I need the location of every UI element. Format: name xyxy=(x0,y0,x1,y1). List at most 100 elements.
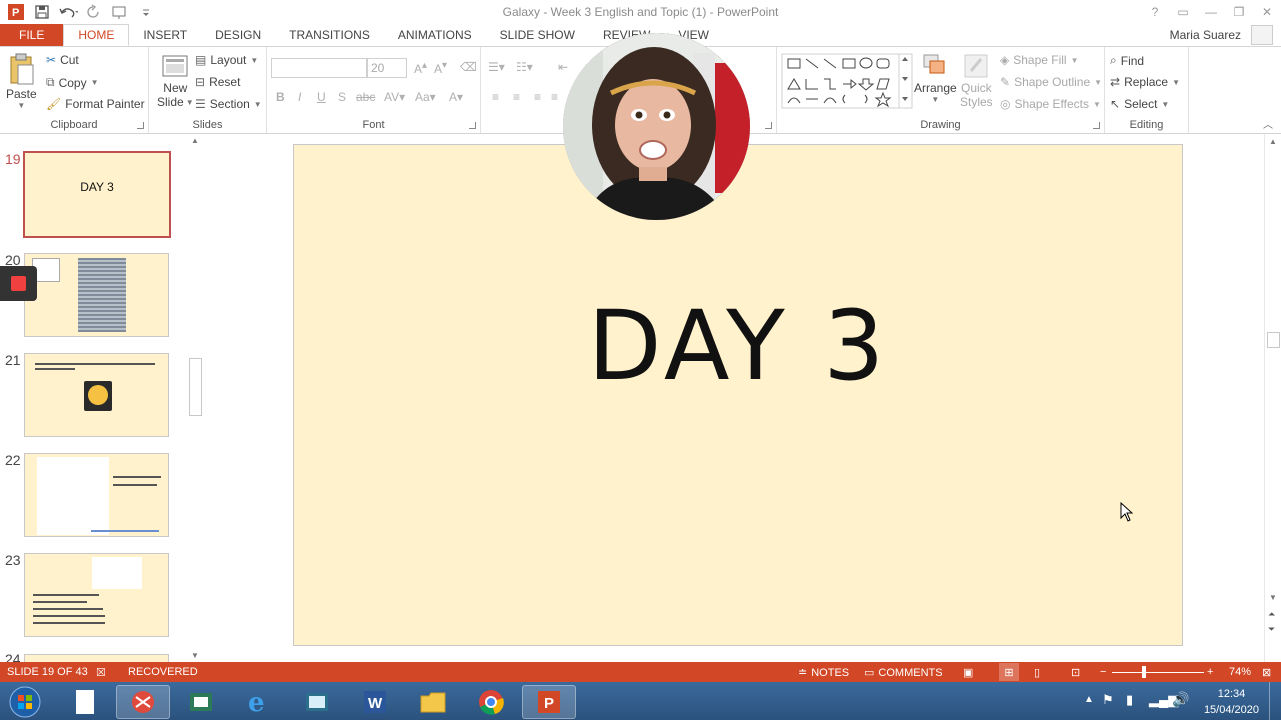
section-button[interactable]: ☰ Section ▼ xyxy=(195,97,262,111)
scroll-up-icon[interactable]: ▲ xyxy=(191,136,199,145)
zoom-level[interactable]: 74% xyxy=(1229,666,1251,678)
scroll-thumb[interactable] xyxy=(189,358,202,416)
user-avatar[interactable] xyxy=(1251,25,1273,45)
slide-thumbnail-20[interactable] xyxy=(24,253,169,337)
scroll-down-icon[interactable]: ▼ xyxy=(191,651,199,660)
copy-dropdown-icon[interactable]: ▼ xyxy=(91,78,99,87)
scroll-thumb[interactable] xyxy=(1267,332,1280,348)
quick-styles-button[interactable]: Quick Styles xyxy=(960,53,993,109)
tab-file[interactable]: FILE xyxy=(0,24,64,46)
format-painter-button[interactable]: 🖌 Format Painter xyxy=(46,97,145,111)
find-button[interactable]: ⌕ Find xyxy=(1110,53,1144,68)
taskbar-internet-explorer[interactable]: e xyxy=(232,685,286,719)
new-slide-button[interactable]: New Slide ▼ xyxy=(157,53,194,109)
font-color-icon[interactable]: A▾ xyxy=(449,90,463,104)
align-left-icon[interactable]: ≡ xyxy=(492,90,499,104)
align-right-icon[interactable]: ≡ xyxy=(534,90,541,104)
text-shadow-icon[interactable]: S xyxy=(338,90,346,104)
shapes-gallery[interactable] xyxy=(781,53,913,109)
align-center-icon[interactable]: ≡ xyxy=(513,90,520,104)
reset-button[interactable]: ⊟ Reset xyxy=(195,75,240,89)
fit-slide-icon[interactable]: ⊠ xyxy=(1262,666,1271,679)
scroll-up-icon[interactable]: ▲ xyxy=(1269,137,1277,146)
clipboard-launcher-icon[interactable] xyxy=(137,122,144,129)
layout-button[interactable]: ▤ Layout ▼ xyxy=(195,53,258,67)
taskbar-chrome[interactable] xyxy=(464,685,518,719)
font-launcher-icon[interactable] xyxy=(469,122,476,129)
strikethrough-icon[interactable]: abc xyxy=(356,90,375,104)
help-icon[interactable]: ? xyxy=(1141,0,1169,24)
taskbar-word[interactable]: W xyxy=(348,685,402,719)
taskbar-screen-app[interactable] xyxy=(290,685,344,719)
taskbar-powerpoint[interactable]: P xyxy=(522,685,576,719)
character-spacing-icon[interactable]: AV▾ xyxy=(384,90,405,104)
slide-title[interactable]: DAY 3 xyxy=(294,290,1182,402)
taskbar-snipping-tool[interactable] xyxy=(116,685,170,719)
change-case-icon[interactable]: Aa▾ xyxy=(415,90,436,104)
scroll-down-icon[interactable]: ▼ xyxy=(1269,593,1277,602)
new-slide-dropdown-icon[interactable]: ▼ xyxy=(186,98,194,107)
arrange-button[interactable]: Arrange ▼ xyxy=(914,53,957,104)
tab-animations[interactable]: ANIMATIONS xyxy=(384,24,486,46)
minimize-icon[interactable]: — xyxy=(1197,0,1225,24)
copy-button[interactable]: ⧉ Copy ▼ xyxy=(46,75,99,90)
zoom-out-icon[interactable]: − xyxy=(1100,666,1106,678)
stop-recording-button[interactable] xyxy=(0,266,37,301)
numbering-icon[interactable]: ☷▾ xyxy=(516,60,533,74)
start-button[interactable] xyxy=(0,685,50,719)
user-name[interactable]: Maria Suarez xyxy=(1170,28,1241,42)
decrease-indent-icon[interactable]: ⇤ xyxy=(558,60,568,74)
collapse-ribbon-icon[interactable]: ︿ xyxy=(1263,116,1273,131)
slide-thumbnail-24[interactable] xyxy=(24,654,169,662)
shape-outline-button[interactable]: ✎ Shape Outline ▼ xyxy=(1000,75,1102,89)
slide-thumbnail-19[interactable]: DAY 3 xyxy=(23,151,171,238)
slide-show-view-icon[interactable]: ⊡ xyxy=(1071,666,1080,679)
reading-view-icon[interactable]: ▯ xyxy=(1034,666,1040,679)
font-name-select[interactable] xyxy=(271,58,367,78)
taskbar-presentation-app[interactable] xyxy=(174,685,228,719)
paragraph-launcher-icon[interactable] xyxy=(765,122,772,129)
paste-button[interactable]: Paste ▼ xyxy=(6,53,37,110)
drawing-launcher-icon[interactable] xyxy=(1093,122,1100,129)
taskbar-file-explorer[interactable] xyxy=(406,685,460,719)
paste-dropdown-icon[interactable]: ▼ xyxy=(17,101,25,110)
increase-font-size-icon[interactable]: A▴ xyxy=(414,60,427,76)
italic-icon[interactable]: I xyxy=(298,90,301,104)
volume-icon[interactable]: 🔊 xyxy=(1172,691,1189,708)
tab-insert[interactable]: INSERT xyxy=(129,24,201,46)
ribbon-display-options-icon[interactable]: ▭ xyxy=(1169,0,1197,24)
clock[interactable]: 12:34 15/04/2020 xyxy=(1204,686,1259,718)
bold-icon[interactable]: B xyxy=(276,90,285,104)
decrease-font-size-icon[interactable]: A▾ xyxy=(434,60,447,76)
slide-thumbnail-23[interactable] xyxy=(24,553,169,637)
close-icon[interactable]: ✕ xyxy=(1253,0,1281,24)
action-center-icon[interactable]: ⚑ xyxy=(1102,692,1114,708)
taskbar-blank-document[interactable] xyxy=(58,685,112,719)
shape-fill-button[interactable]: ◈ Shape Fill ▼ xyxy=(1000,53,1079,67)
replace-button[interactable]: ⇄ Replace ▼ xyxy=(1110,75,1180,89)
zoom-in-icon[interactable]: + xyxy=(1207,666,1213,678)
clear-formatting-icon[interactable]: ⌫ xyxy=(460,60,477,74)
slide-thumbnail-22[interactable] xyxy=(24,453,169,537)
justify-icon[interactable]: ≡ xyxy=(551,90,558,104)
cut-button[interactable]: ✂ Cut xyxy=(46,53,79,67)
slide-canvas[interactable]: DAY 3 xyxy=(293,144,1183,646)
slide-thumbnail-21[interactable] xyxy=(24,353,169,437)
tab-transitions[interactable]: TRANSITIONS xyxy=(275,24,384,46)
tab-design[interactable]: DESIGN xyxy=(201,24,275,46)
previous-slide-icon[interactable]: ⏶ xyxy=(1268,609,1275,620)
comments-button[interactable]: ▭ COMMENTS xyxy=(864,666,943,680)
show-hidden-icons-icon[interactable]: ▲ xyxy=(1084,694,1094,705)
tab-home[interactable]: HOME xyxy=(63,24,130,46)
restore-icon[interactable]: ❐ xyxy=(1225,0,1253,24)
next-slide-icon[interactable]: ⏷ xyxy=(1268,624,1275,635)
underline-icon[interactable]: U xyxy=(317,90,326,104)
tab-slide-show[interactable]: SLIDE SHOW xyxy=(486,24,589,46)
select-button[interactable]: ↖ Select ▼ xyxy=(1110,97,1169,111)
bullets-icon[interactable]: ☰▾ xyxy=(488,60,505,74)
power-icon[interactable]: ▮ xyxy=(1126,692,1133,708)
slide-sorter-view-icon[interactable]: ⊞ xyxy=(999,663,1019,681)
font-size-select[interactable]: 20 xyxy=(367,58,407,78)
zoom-slider-thumb[interactable] xyxy=(1142,666,1146,678)
zoom-slider[interactable] xyxy=(1112,672,1204,673)
